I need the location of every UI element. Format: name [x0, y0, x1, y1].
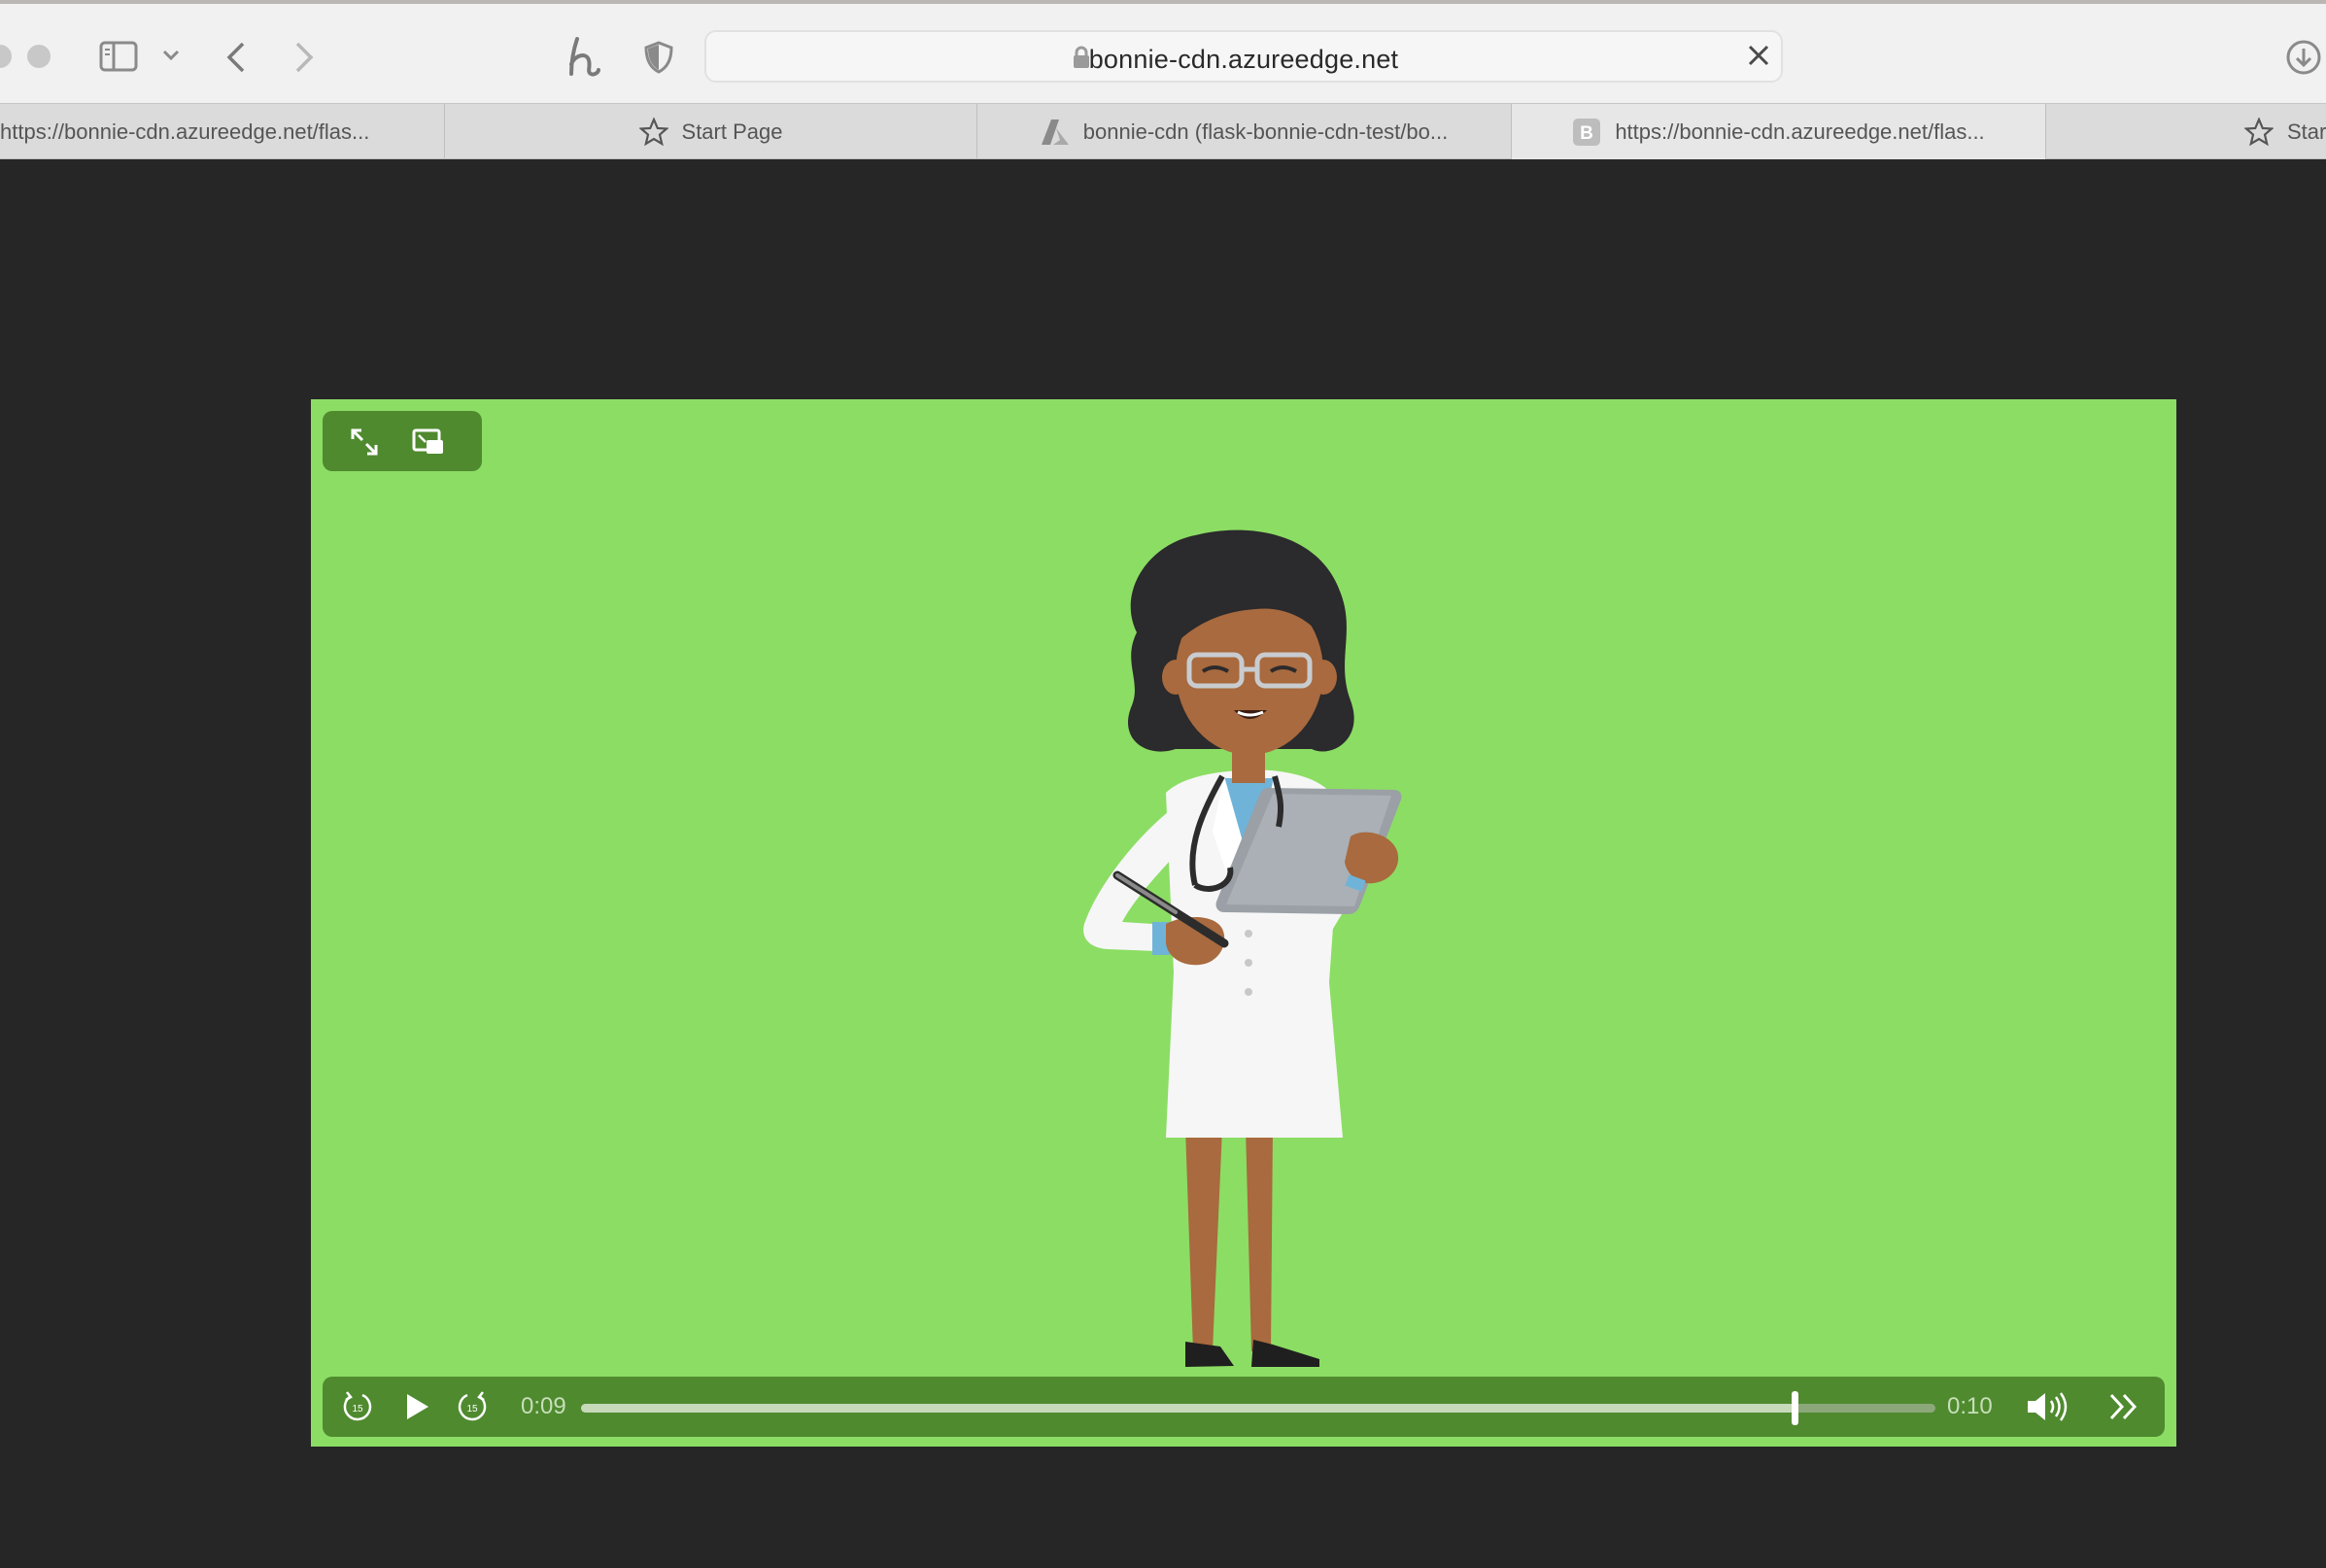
b-favicon-icon: B: [1572, 118, 1601, 147]
more-controls-icon[interactable]: [2104, 1388, 2143, 1425]
fullscreen-icon[interactable]: [348, 426, 381, 459]
azure-icon: [1041, 119, 1070, 146]
tab-label: bonnie-cdn (flask-bonnie-cdn-test/bo...: [1082, 119, 1449, 144]
tab-active[interactable]: B https://bonnie-cdn.azureedge.net/flas.…: [1512, 104, 2046, 159]
picture-in-picture-icon[interactable]: [412, 426, 445, 459]
current-time: 0:09: [521, 1393, 566, 1419]
tab-label: Start Page: [681, 119, 783, 144]
chevron-down-icon[interactable]: [161, 49, 181, 62]
star-icon: [2244, 117, 2274, 147]
star-icon: [638, 117, 668, 147]
tab-label: Start: [2287, 119, 2326, 144]
window-zoom-button[interactable]: [27, 45, 51, 68]
tab-1[interactable]: https://bonnie-cdn.azureedge.net/flas...: [0, 104, 445, 159]
skip-back-15-icon[interactable]: 15: [338, 1388, 377, 1425]
scrubber-handle[interactable]: [1792, 1391, 1799, 1425]
skip-back-label: 15: [352, 1404, 363, 1415]
tab-start[interactable]: Start: [2046, 104, 2326, 159]
tab-start-page[interactable]: Start Page: [445, 104, 977, 159]
sidebar-toggle-icon[interactable]: [99, 41, 138, 72]
close-icon[interactable]: [1746, 43, 1771, 73]
skip-forward-15-icon[interactable]: 15: [453, 1388, 492, 1425]
skip-forward-label: 15: [466, 1404, 478, 1415]
tab-label: https://bonnie-cdn.azureedge.net/flas...: [0, 119, 370, 144]
downloads-icon[interactable]: [2285, 39, 2322, 76]
duration: 0:10: [1947, 1393, 1993, 1419]
play-button-icon[interactable]: [400, 1388, 435, 1425]
tab-bar: https://bonnie-cdn.azureedge.net/flas...…: [0, 103, 2326, 159]
tab-azure[interactable]: bonnie-cdn (flask-bonnie-cdn-test/bo...: [977, 104, 1512, 159]
browser-toolbar: bonnie-cdn.azureedge.net: [0, 0, 2326, 103]
address-bar-url: bonnie-cdn.azureedge.net: [1088, 45, 1399, 74]
privacy-shield-icon[interactable]: [643, 41, 674, 74]
progress-bar[interactable]: [581, 1391, 1935, 1425]
video-controls-bar: 15 15 0:09 0:10: [323, 1377, 2165, 1437]
video-top-controls: [323, 411, 482, 471]
favicon-letter: B: [1580, 123, 1593, 144]
address-bar[interactable]: bonnie-cdn.azureedge.net: [704, 30, 1783, 83]
tab-label: https://bonnie-cdn.azureedge.net/flas...: [1615, 119, 1985, 144]
lock-icon: [1073, 46, 1090, 74]
doctor-illustration: [1083, 529, 1402, 1367]
forward-button-icon[interactable]: [293, 41, 315, 74]
volume-icon[interactable]: [2025, 1388, 2071, 1425]
back-button-icon[interactable]: [225, 41, 247, 74]
window-minimize-button[interactable]: [0, 45, 12, 68]
honey-extension-icon[interactable]: [565, 35, 604, 78]
video-player[interactable]: 15 15 0:09 0:10: [311, 399, 2176, 1447]
progress-played: [581, 1404, 1796, 1413]
